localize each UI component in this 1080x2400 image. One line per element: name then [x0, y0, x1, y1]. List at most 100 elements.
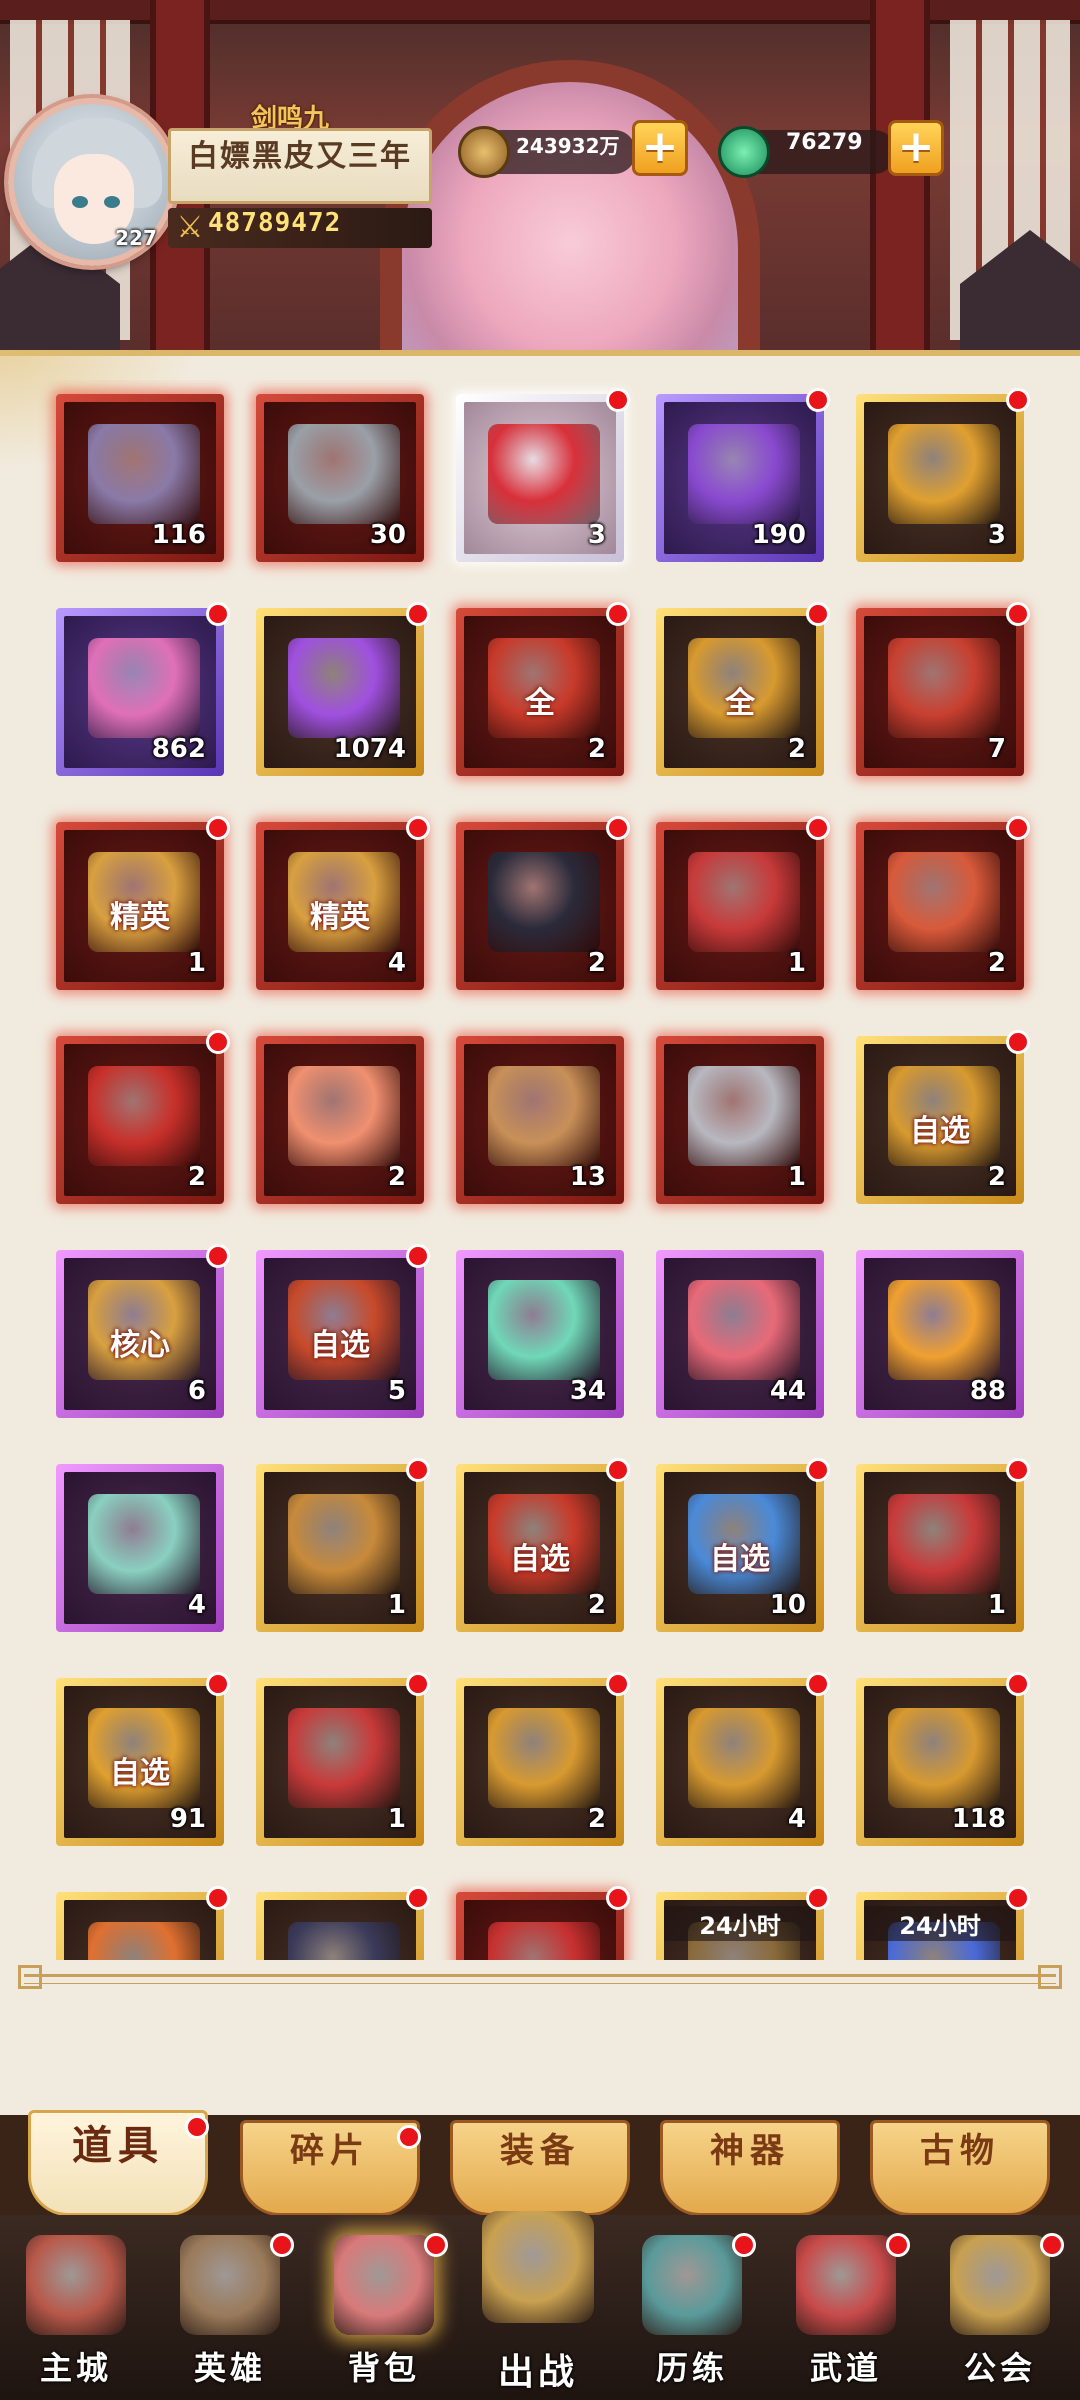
player-name-plate[interactable]: 白嫖黑皮又三年	[168, 128, 432, 204]
add-jade-button[interactable]: +	[888, 120, 944, 176]
inventory-item[interactable]: 2	[856, 816, 1030, 990]
inventory-item[interactable]	[256, 1886, 430, 1960]
wooden-chest-icon	[288, 1494, 400, 1594]
item-slot: 24小时	[864, 1900, 1016, 1960]
red-chest-star-icon	[688, 852, 800, 952]
notification-dot	[606, 602, 630, 626]
inventory-item[interactable]: 自选 10	[656, 1458, 830, 1632]
black-gold-chest-icon	[488, 852, 600, 952]
item-count: 10	[769, 1590, 806, 1620]
inventory-item[interactable]: 自选 91	[56, 1672, 230, 1846]
inventory-item[interactable]: 190	[656, 388, 830, 562]
inventory-item[interactable]: 34	[456, 1250, 624, 1418]
item-count: 4	[387, 948, 406, 978]
header-scene: 227 剑鸣九霄 白嫖黑皮又三年 ⚔ 48789472 243932万 + 76…	[0, 0, 1080, 350]
nav-drum[interactable]: 武道	[776, 2225, 916, 2395]
inventory-item[interactable]: 精英 1	[56, 816, 230, 990]
notification-dot	[406, 1672, 430, 1696]
notification-dot	[606, 816, 630, 840]
tab-3[interactable]: 神器	[660, 2120, 840, 2216]
inventory-item[interactable]: 1	[256, 1458, 430, 1632]
inventory-item[interactable]: 118	[856, 1672, 1030, 1846]
inventory-item[interactable]: 4	[656, 1672, 830, 1846]
inventory-item[interactable]: 7	[856, 602, 1030, 776]
inventory-item[interactable]: 全2	[656, 602, 830, 776]
item-grid[interactable]: 116 30 3 190 3 862 1074 全 2 全 2 7 精英 1 精英 4 2 1 2 2 2 13 1 自选 2 核…	[0, 380, 1080, 1960]
notification-dot	[406, 1458, 430, 1482]
notification-dot	[397, 2125, 421, 2149]
inventory-item[interactable]: 24小时	[656, 1886, 830, 1960]
scroll-orb-icon	[488, 1066, 600, 1166]
inventory-item[interactable]	[456, 1886, 630, 1960]
nav-hero-hat[interactable]: 英雄	[160, 2225, 300, 2395]
inventory-item[interactable]: 116	[56, 394, 224, 562]
inventory-item[interactable]: 2	[56, 1030, 230, 1204]
item-count: 2	[587, 1590, 606, 1620]
tab-label: 道具	[72, 2122, 164, 2169]
red-chest-hero-icon	[888, 852, 1000, 952]
notification-dot	[1040, 2233, 1064, 2257]
tab-2[interactable]: 装备	[450, 2120, 630, 2216]
nav-backpack[interactable]: 背包	[314, 2225, 454, 2395]
item-slot: 1	[264, 1686, 416, 1838]
nav-mountain-statue[interactable]: 历练	[622, 2225, 762, 2395]
red-gift-box-icon	[488, 424, 600, 524]
inventory-item[interactable]: 自选 2	[856, 1030, 1030, 1204]
inventory-item[interactable]: 精英 4	[256, 816, 430, 990]
inventory-item[interactable]: 核心 6	[56, 1244, 230, 1418]
add-coin-button[interactable]: +	[632, 120, 688, 176]
inventory-item[interactable]: 1	[256, 1672, 430, 1846]
crossed-swords-icon	[482, 2211, 594, 2323]
inventory-item[interactable]: 1	[656, 816, 830, 990]
inventory-item[interactable]: 13	[456, 1036, 624, 1204]
item-count: 4	[187, 1590, 206, 1620]
inventory-item[interactable]: 1074	[256, 602, 430, 776]
inventory-item[interactable]: 1	[656, 1036, 824, 1204]
inventory-item[interactable]: 2	[456, 816, 630, 990]
inventory-item[interactable]: 2	[456, 1672, 630, 1846]
tab-0[interactable]: 道具	[28, 2110, 209, 2216]
nav-city-gate[interactable]: 主城	[6, 2225, 146, 2395]
item-slot: 2	[464, 830, 616, 982]
inventory-item[interactable]: 862	[56, 602, 230, 776]
item-slot: 2	[464, 1686, 616, 1838]
nav-crossed-swords[interactable]: 出战	[468, 2211, 608, 2395]
inventory-item[interactable]: 4	[56, 1464, 224, 1632]
inventory-item[interactable]: 3	[456, 388, 630, 562]
inventory-item[interactable]: 24小时	[856, 1886, 1030, 1960]
inventory-item[interactable]: 88	[856, 1250, 1024, 1418]
notification-dot	[424, 2233, 448, 2257]
notification-dot	[1006, 388, 1030, 412]
nav-guild-shield[interactable]: 公会	[930, 2225, 1070, 2395]
item-count: 1	[787, 948, 806, 978]
notification-dot	[606, 1458, 630, 1482]
notification-dot	[806, 1886, 830, 1910]
jade-resource: 76279	[718, 126, 896, 178]
hero-hat-icon	[180, 2235, 280, 2335]
item-count: 2	[387, 1162, 406, 1192]
inventory-item[interactable]: 2	[256, 1036, 424, 1204]
item-slot: 精英 4	[264, 830, 416, 982]
combat-power-value: 48789472	[208, 208, 342, 238]
inventory-item[interactable]	[56, 1886, 230, 1960]
tab-1[interactable]: 碎片	[240, 2120, 421, 2216]
guild-shield-icon	[950, 2235, 1050, 2335]
item-count: 44	[769, 1376, 806, 1406]
inventory-item[interactable]: 自选 2	[456, 1458, 630, 1632]
inventory-item[interactable]: 全2	[456, 602, 630, 776]
inventory-item[interactable]: 自选 5	[256, 1244, 430, 1418]
inventory-item[interactable]: 1	[856, 1458, 1030, 1632]
inventory-item[interactable]: 3	[856, 388, 1030, 562]
item-tag-label: 自选	[910, 1114, 970, 1149]
inventory-item[interactable]: 44	[656, 1250, 824, 1418]
item-count: 1	[187, 948, 206, 978]
item-slot: 34	[464, 1258, 616, 1410]
gold-chest-hero-icon	[688, 1708, 800, 1808]
item-slot: 2	[264, 1044, 416, 1196]
jade-icon	[718, 126, 770, 178]
item-count: 862	[151, 734, 206, 764]
tab-label: 碎片	[290, 2131, 370, 2171]
tab-4[interactable]: 古物	[870, 2120, 1050, 2216]
item-slot: 118	[864, 1686, 1016, 1838]
inventory-item[interactable]: 30	[256, 394, 424, 562]
